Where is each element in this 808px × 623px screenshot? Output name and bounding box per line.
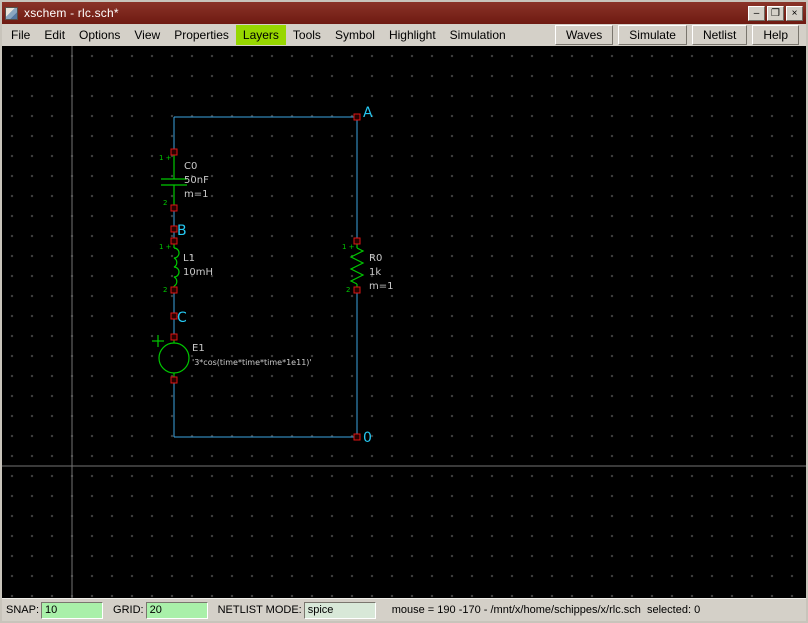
resistor-symbol[interactable]: 1 + 2 R0 1k m=1 (342, 241, 393, 294)
snap-input[interactable] (41, 602, 103, 619)
netlist-mode-label: NETLIST MODE: (218, 604, 302, 616)
titlebar[interactable]: xschem - rlc.sch* – ❐ × (2, 2, 806, 24)
pin-marker (354, 114, 360, 120)
netlist-button[interactable]: Netlist (692, 25, 747, 45)
capacitor-symbol[interactable]: 1 + 2 C0 50nF m=1 (159, 152, 209, 208)
statusbar: SNAP: GRID: NETLIST MODE: mouse = 190 -1… (2, 598, 806, 621)
source-ref-label[interactable]: E1 (192, 343, 205, 354)
resistor-pin1-mark: 1 + (342, 243, 355, 251)
inductor-ref-label[interactable]: L1 (183, 253, 195, 264)
pin-marker (171, 287, 177, 293)
inductor-value-label[interactable]: 10mH (183, 267, 213, 278)
resistor-value-label[interactable]: 1k (369, 267, 381, 278)
app-icon (5, 7, 18, 20)
menu-view[interactable]: View (127, 25, 167, 45)
pin-marker (171, 377, 177, 383)
net-label-C[interactable]: C (177, 310, 187, 326)
waves-button[interactable]: Waves (555, 25, 613, 45)
capacitor-pin1-mark: 1 + (159, 154, 172, 162)
net-label-0[interactable]: 0 (363, 430, 372, 446)
menu-edit[interactable]: Edit (37, 25, 72, 45)
netlist-mode-input[interactable] (304, 602, 376, 619)
menubar: File Edit Options View Properties Layers… (2, 24, 806, 46)
inductor-coils (174, 248, 179, 286)
grid-label: GRID: (113, 604, 144, 616)
inductor-pin1-mark: 1 + (159, 243, 172, 251)
net-label-B[interactable]: B (177, 223, 187, 239)
window-title: xschem - rlc.sch* (24, 6, 119, 20)
simulate-button[interactable]: Simulate (618, 25, 687, 45)
capacitor-mult-label[interactable]: m=1 (184, 189, 208, 200)
inductor-pin2-mark: 2 (163, 286, 167, 294)
mouse-status-text: mouse = 190 -170 - /mnt/x/home/schippes/… (392, 604, 700, 616)
grid-input[interactable] (146, 602, 208, 619)
menu-symbol[interactable]: Symbol (328, 25, 382, 45)
capacitor-value-label[interactable]: 50nF (184, 175, 209, 186)
menu-file[interactable]: File (4, 25, 37, 45)
window-controls: – ❐ × (748, 6, 803, 21)
close-button[interactable]: × (786, 6, 803, 21)
pin-marker (171, 205, 177, 211)
inductor-symbol[interactable]: 1 + 2 L1 10mH (159, 241, 213, 294)
source-value-label[interactable]: '3*cos(time*time*time*1e11)' (192, 358, 312, 367)
schematic-canvas[interactable]: 1 + 2 C0 50nF m=1 1 + 2 L1 10mH (2, 46, 806, 598)
snap-label: SNAP: (6, 604, 39, 616)
menu-tools[interactable]: Tools (286, 25, 328, 45)
pin-marker (354, 287, 360, 293)
schematic-drawing: 1 + 2 C0 50nF m=1 1 + 2 L1 10mH (2, 46, 806, 598)
menu-simulation[interactable]: Simulation (443, 25, 513, 45)
help-button[interactable]: Help (752, 25, 799, 45)
net-label-A[interactable]: A (363, 105, 373, 121)
resistor-ref-label[interactable]: R0 (369, 253, 382, 264)
voltage-source-symbol[interactable]: E1 '3*cos(time*time*time*1e11)' (152, 335, 312, 380)
resistor-zigzag (351, 248, 363, 284)
minimize-button[interactable]: – (748, 6, 765, 21)
source-circle (159, 343, 189, 373)
menu-properties[interactable]: Properties (167, 25, 236, 45)
capacitor-pin2-mark: 2 (163, 199, 167, 207)
maximize-button[interactable]: ❐ (767, 6, 784, 21)
capacitor-ref-label[interactable]: C0 (184, 161, 197, 172)
pin-marker (171, 334, 177, 340)
pin-marker (354, 238, 360, 244)
source-plus-polarity-icon (152, 335, 164, 347)
pin-marker (354, 434, 360, 440)
menu-layers[interactable]: Layers (236, 25, 286, 45)
pin-marker (171, 149, 177, 155)
menu-highlight[interactable]: Highlight (382, 25, 443, 45)
menu-options[interactable]: Options (72, 25, 127, 45)
resistor-pin2-mark: 2 (346, 286, 350, 294)
xschem-window: xschem - rlc.sch* – ❐ × File Edit Option… (0, 0, 808, 623)
resistor-mult-label[interactable]: m=1 (369, 281, 393, 292)
